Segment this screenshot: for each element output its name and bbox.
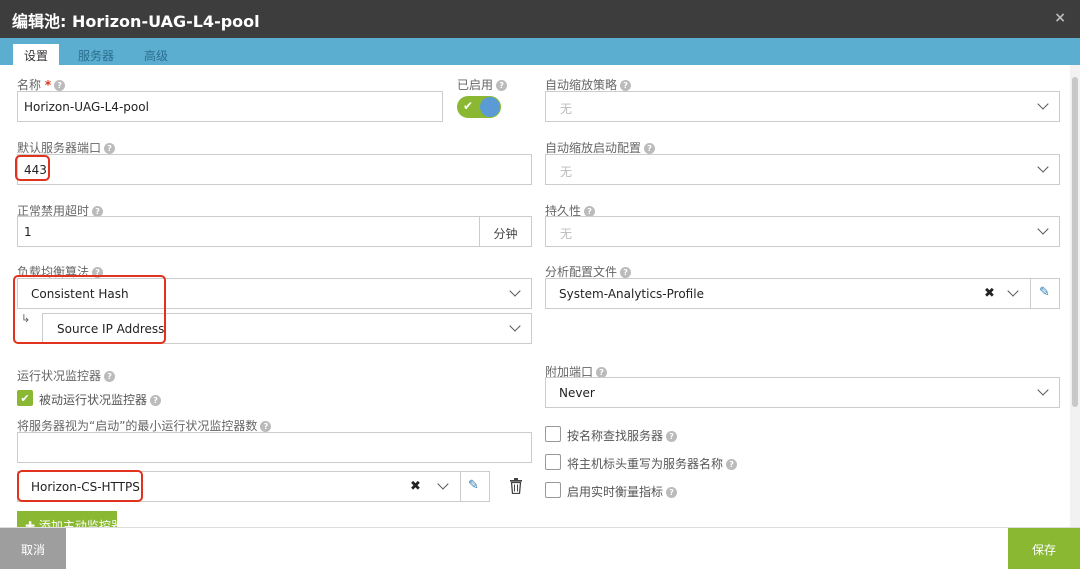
health-monitor-label-text: 运行状况监控器	[17, 369, 102, 383]
health-monitor-label: 运行状况监控器?	[17, 367, 116, 384]
lookup-server-by-name-label: 按名称查找服务器?	[567, 427, 678, 444]
add-active-monitor-label: 添加主动监控器	[38, 519, 117, 527]
tab-advanced[interactable]: 高级	[133, 44, 179, 65]
autoscale-launch-label-text: 自动缩放启动配置	[545, 141, 642, 155]
autoscale-launch-value: 无	[560, 165, 573, 179]
chevron-down-icon[interactable]	[437, 478, 449, 490]
tab-servers[interactable]: 服务器	[67, 44, 125, 65]
save-button[interactable]: 保存	[1008, 528, 1080, 569]
chevron-down-icon	[1037, 161, 1049, 173]
cancel-button[interactable]: 取消	[0, 528, 66, 569]
help-icon[interactable]: ?	[620, 80, 632, 91]
close-icon[interactable]: ×	[1054, 10, 1066, 26]
default-port-input[interactable]: 443	[17, 154, 532, 185]
toggle-knob	[480, 97, 500, 117]
settings-panel: 名称 *? Horizon-UAG-L4-pool 已启用? ✔ 自动缩放策略?…	[0, 65, 1070, 527]
realtime-metrics-label: 启用实时衡量指标?	[567, 483, 678, 500]
autoscale-policy-label-text: 自动缩放策略	[545, 78, 618, 92]
help-icon[interactable]: ?	[260, 421, 272, 432]
highlight-box	[17, 470, 143, 502]
realtime-metrics-checkbox[interactable]	[545, 482, 561, 498]
chevron-down-icon[interactable]	[1007, 285, 1019, 297]
dialog-title-prefix: 编辑池	[12, 12, 61, 31]
dialog-title-name: Horizon-UAG-L4-pool	[71, 12, 260, 31]
required-mark: *	[44, 78, 52, 92]
autoscale-policy-value: 无	[560, 102, 573, 116]
dialog-footer: 取消 保存	[0, 527, 1080, 569]
help-icon[interactable]: ?	[620, 267, 632, 278]
dialog-title: 编辑池: Horizon-UAG-L4-pool	[12, 12, 260, 31]
scrollbar[interactable]	[1070, 65, 1080, 527]
analytics-profile-value: System-Analytics-Profile	[559, 287, 704, 301]
dialog-titlebar: 编辑池: Horizon-UAG-L4-pool ×	[0, 0, 1080, 38]
help-icon[interactable]: ?	[54, 80, 66, 91]
rewrite-host-header-checkbox[interactable]	[545, 454, 561, 470]
min-up-input[interactable]	[17, 432, 532, 463]
passive-monitor-label: 被动运行状况监控器?	[39, 391, 162, 408]
chevron-down-icon	[509, 320, 521, 332]
trash-icon[interactable]	[509, 478, 523, 494]
autoscale-policy-select[interactable]: 无	[545, 91, 1060, 122]
persistence-select[interactable]: 无	[545, 216, 1060, 247]
graceful-timeout-value: 1	[24, 225, 32, 239]
help-icon[interactable]: ?	[496, 80, 508, 91]
scrollbar-thumb[interactable]	[1072, 77, 1078, 407]
highlight-box	[13, 275, 166, 344]
min-up-label-text: 将服务器视为“启动”的最小运行状况监控器数	[17, 419, 258, 433]
clear-icon[interactable]: ✖	[410, 479, 421, 494]
highlight-box	[15, 155, 50, 181]
rewrite-host-header-label: 将主机标头重写为服务器名称?	[567, 455, 738, 472]
help-icon[interactable]: ?	[644, 143, 656, 154]
help-icon[interactable]: ?	[150, 395, 162, 406]
rewrite-host-header-text: 将主机标头重写为服务器名称	[567, 457, 724, 471]
passive-monitor-checkbox[interactable]: ✔	[17, 390, 33, 406]
help-icon[interactable]: ?	[104, 143, 116, 154]
analytics-profile-label-text: 分析配置文件	[545, 265, 618, 279]
tab-settings[interactable]: 设置	[13, 44, 60, 65]
append-port-select[interactable]: Never	[545, 377, 1060, 408]
check-icon: ✔	[463, 99, 474, 113]
realtime-metrics-text: 启用实时衡量指标	[567, 485, 664, 499]
divider	[460, 472, 461, 501]
help-icon[interactable]: ?	[726, 459, 738, 470]
chevron-down-icon	[1037, 98, 1049, 110]
help-icon[interactable]: ?	[666, 487, 678, 498]
enabled-label: 已启用?	[457, 76, 508, 93]
help-icon[interactable]: ?	[666, 431, 678, 442]
name-input[interactable]: Horizon-UAG-L4-pool	[17, 91, 443, 122]
enabled-toggle[interactable]: ✔	[457, 96, 501, 118]
analytics-profile-select[interactable]: System-Analytics-Profile ✖ ✎	[545, 278, 1060, 309]
lookup-server-by-name-checkbox[interactable]	[545, 426, 561, 442]
timeout-unit: 分钟	[479, 217, 531, 246]
append-port-value: Never	[559, 386, 595, 400]
add-active-monitor-button[interactable]: ✚ 添加主动监控器	[17, 511, 117, 527]
chevron-down-icon	[1037, 384, 1049, 396]
edit-icon[interactable]: ✎	[1039, 285, 1050, 300]
persistence-value: 无	[560, 227, 573, 241]
divider	[1030, 279, 1031, 308]
default-port-label-text: 默认服务器端口	[17, 141, 102, 155]
chevron-down-icon	[1037, 223, 1049, 235]
lookup-server-by-name-text: 按名称查找服务器	[567, 429, 664, 443]
tab-bar: 设置 服务器 高级	[0, 38, 1080, 65]
name-label-text: 名称	[17, 78, 42, 92]
enabled-label-text: 已启用	[457, 78, 494, 92]
passive-monitor-label-text: 被动运行状况监控器	[39, 393, 148, 407]
graceful-timeout-input[interactable]: 1 分钟	[17, 216, 532, 247]
edit-icon[interactable]: ✎	[468, 478, 479, 493]
help-icon[interactable]: ?	[104, 371, 116, 382]
autoscale-launch-select[interactable]: 无	[545, 154, 1060, 185]
clear-icon[interactable]: ✖	[984, 286, 995, 301]
chevron-down-icon	[509, 285, 521, 297]
